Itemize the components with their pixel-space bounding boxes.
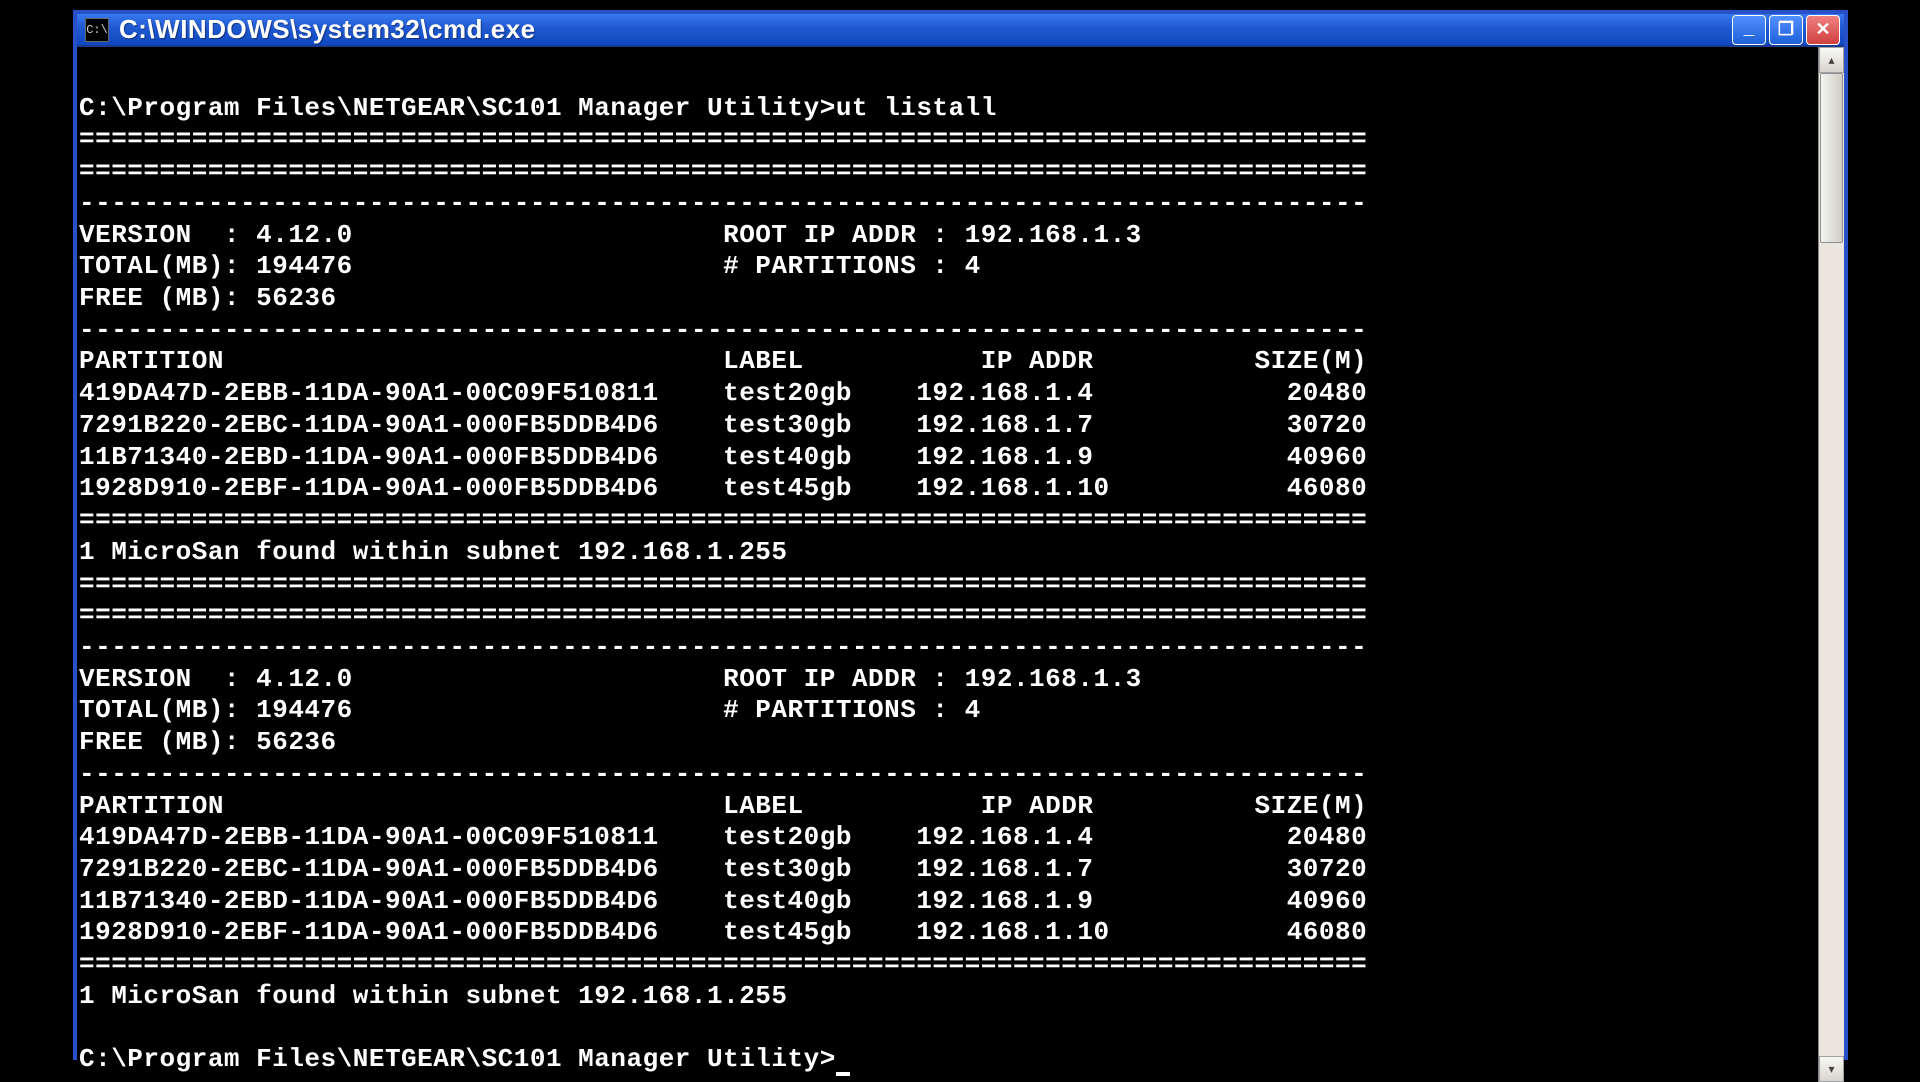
console-output[interactable]: C:\Program Files\NETGEAR\SC101 Manager U… bbox=[77, 47, 1818, 1082]
window-titlebar[interactable]: C:\ C:\WINDOWS\system32\cmd.exe _ ❐ ✕ bbox=[77, 14, 1844, 45]
text-cursor bbox=[836, 1056, 850, 1076]
scroll-track[interactable] bbox=[1819, 73, 1844, 1056]
vertical-scrollbar[interactable]: ▴ ▾ bbox=[1818, 47, 1844, 1082]
scroll-up-button[interactable]: ▴ bbox=[1819, 47, 1844, 73]
maximize-button[interactable]: ❐ bbox=[1769, 15, 1803, 45]
close-button[interactable]: ✕ bbox=[1806, 15, 1840, 45]
scroll-thumb[interactable] bbox=[1820, 73, 1843, 243]
command-prompt-window: C:\ C:\WINDOWS\system32\cmd.exe _ ❐ ✕ C:… bbox=[73, 10, 1848, 1060]
window-client-area: C:\Program Files\NETGEAR\SC101 Manager U… bbox=[77, 45, 1844, 1082]
cmd-icon: C:\ bbox=[85, 18, 109, 42]
scroll-down-button[interactable]: ▾ bbox=[1819, 1056, 1844, 1082]
minimize-button[interactable]: _ bbox=[1732, 15, 1766, 45]
window-controls: _ ❐ ✕ bbox=[1732, 15, 1840, 45]
window-title: C:\WINDOWS\system32\cmd.exe bbox=[119, 14, 1732, 45]
